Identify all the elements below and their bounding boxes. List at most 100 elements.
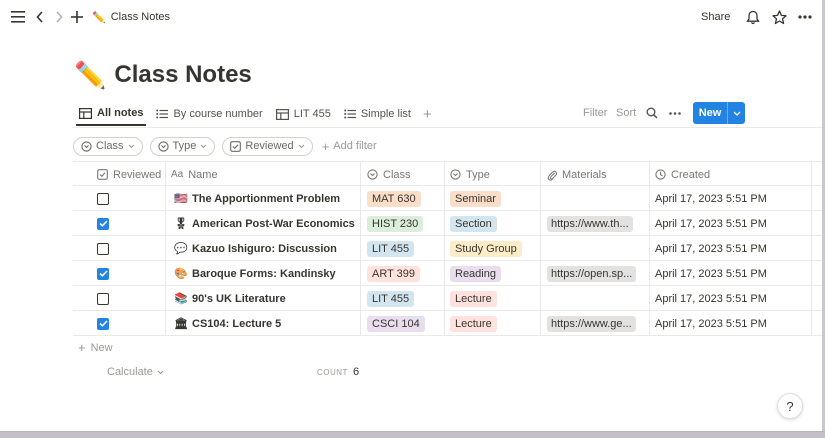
type-tag: Lecture (450, 290, 497, 307)
divider (649, 236, 650, 261)
menu-icon[interactable] (10, 8, 26, 26)
divider (540, 186, 541, 211)
class-cell[interactable]: ART 399 (367, 261, 421, 286)
filter-button[interactable]: Filter (583, 102, 607, 124)
created-cell: April 17, 2023 5:51 PM (655, 317, 767, 330)
more-options-icon[interactable] (796, 8, 814, 26)
type-cell[interactable]: Lecture (450, 311, 497, 336)
created-cell: April 17, 2023 5:51 PM (655, 242, 767, 255)
checkbox-icon[interactable] (97, 242, 109, 255)
column-label: Type (466, 168, 490, 181)
table-row[interactable]: 🏛 CS104: Lecture 5 CSCI 104 Lecture https://… (73, 311, 825, 336)
select-property-icon (81, 140, 92, 152)
type-cell[interactable]: Section (450, 211, 497, 236)
more-icon[interactable] (669, 102, 681, 124)
tab-all-notes[interactable]: All notes (76, 102, 147, 126)
divider (811, 162, 812, 187)
table-row[interactable]: 🎨 Baroque Forms: Kandinsky ART 399 Reading h… (73, 261, 825, 286)
class-tag: LIT 455 (367, 240, 415, 257)
reviewed-checkbox[interactable] (97, 236, 109, 261)
add-filter-button[interactable]: + Add filter (322, 139, 377, 154)
name-cell[interactable]: 💬 Kazuo Ishiguro: Discussion (174, 236, 337, 261)
class-cell[interactable]: LIT 455 (367, 286, 415, 311)
notes-table: Reviewed Aa Name Class Type Materials Cr… (73, 161, 825, 336)
table-row[interactable]: 🇺🇸 The Apportionment Problem MAT 630 Semina… (73, 186, 825, 211)
class-cell[interactable]: CSCI 104 (367, 311, 425, 336)
name-cell[interactable]: 🎖 American Post-War Economics (174, 211, 355, 236)
add-row-button[interactable]: + New (78, 340, 113, 355)
type-cell[interactable]: Seminar (450, 186, 501, 211)
add-view-icon[interactable]: + (423, 106, 432, 123)
filter-chip-type[interactable]: Type (149, 136, 216, 156)
help-button[interactable]: ? (777, 393, 803, 419)
materials-cell[interactable]: https://www.ge... (547, 311, 636, 336)
share-button[interactable]: Share (701, 8, 730, 26)
class-cell[interactable]: HIST 230 (367, 211, 424, 236)
checkbox-icon[interactable] (97, 317, 109, 330)
reviewed-checkbox[interactable] (97, 286, 109, 311)
column-header-class[interactable]: Class (367, 162, 411, 187)
materials-cell[interactable]: https://open.sp... (547, 261, 637, 286)
breadcrumb[interactable]: ✏️ Class Notes (92, 8, 170, 26)
column-header-name[interactable]: Aa Name (171, 162, 218, 187)
column-label: Class (383, 168, 411, 181)
column-header-reviewed[interactable]: Reviewed (97, 162, 161, 187)
materials-link[interactable]: https://www.ge... (547, 315, 636, 332)
add-page-icon[interactable] (69, 8, 85, 26)
breadcrumb-title: Class Notes (110, 11, 170, 23)
type-tag: Reading (450, 265, 501, 282)
filter-chip-class[interactable]: Class (73, 136, 143, 156)
divider (165, 286, 166, 311)
chevron-down-icon[interactable] (728, 111, 745, 116)
count-summary[interactable]: COUNT 6 (317, 366, 359, 378)
divider (444, 162, 445, 187)
materials-link[interactable]: https://open.sp... (547, 265, 637, 282)
sort-button[interactable]: Sort (616, 102, 636, 124)
divider (649, 186, 650, 211)
checkbox-icon[interactable] (97, 292, 109, 305)
pencil-icon[interactable]: ✏️ (74, 60, 106, 91)
type-cell[interactable]: Study Group (450, 236, 522, 261)
type-cell[interactable]: Reading (450, 261, 501, 286)
tab-lit-455[interactable]: LIT 455 (273, 102, 334, 126)
materials-link[interactable]: https://www.th... (547, 215, 633, 232)
table-row[interactable]: 🎖 American Post-War Economics HIST 230 Sect… (73, 211, 825, 236)
table-row[interactable]: 💬 Kazuo Ishiguro: Discussion LIT 455 Study … (73, 236, 825, 261)
checkbox-icon[interactable] (97, 192, 109, 205)
column-header-type[interactable]: Type (450, 162, 490, 187)
add-filter-label: Add filter (333, 140, 377, 152)
reviewed-checkbox[interactable] (97, 211, 109, 236)
column-header-materials[interactable]: Materials (547, 162, 607, 187)
filter-chip-reviewed[interactable]: Reviewed (222, 136, 313, 156)
bell-icon[interactable] (744, 8, 762, 26)
name-cell[interactable]: 📚 90's UK Literature (174, 286, 286, 311)
reviewed-checkbox[interactable] (97, 186, 109, 211)
column-header-created[interactable]: Created (655, 162, 710, 187)
column-label: Reviewed (113, 168, 162, 181)
tab-by-course-number[interactable]: By course number (153, 102, 265, 126)
table-header: Reviewed Aa Name Class Type Materials Cr… (73, 161, 825, 187)
chevron-down-icon (157, 370, 164, 374)
new-button[interactable]: New (693, 102, 745, 124)
checkbox-icon[interactable] (97, 217, 109, 230)
reviewed-checkbox[interactable] (97, 261, 109, 286)
type-cell[interactable]: Lecture (450, 286, 497, 311)
star-icon[interactable] (770, 8, 788, 26)
search-icon[interactable] (646, 102, 658, 124)
tab-simple-list[interactable]: Simple list (341, 102, 414, 126)
reviewed-checkbox[interactable] (97, 311, 109, 336)
class-cell[interactable]: MAT 630 (367, 186, 421, 211)
back-icon[interactable] (33, 8, 47, 26)
name-cell[interactable]: 🇺🇸 The Apportionment Problem (174, 186, 340, 211)
calculate-button[interactable]: Calculate (107, 366, 164, 378)
class-cell[interactable]: LIT 455 (367, 236, 415, 261)
table-row[interactable]: 📚 90's UK Literature LIT 455 Lecture April 1… (73, 286, 825, 311)
divider (165, 311, 166, 336)
materials-cell[interactable]: https://www.th... (547, 211, 633, 236)
name-cell[interactable]: 🎨 Baroque Forms: Kandinsky (174, 261, 336, 286)
divider (444, 236, 445, 261)
checkbox-icon[interactable] (97, 267, 109, 280)
page-title-text[interactable]: Class Notes (114, 61, 251, 89)
forward-icon[interactable] (52, 8, 66, 26)
name-cell[interactable]: 🏛 CS104: Lecture 5 (174, 311, 281, 336)
